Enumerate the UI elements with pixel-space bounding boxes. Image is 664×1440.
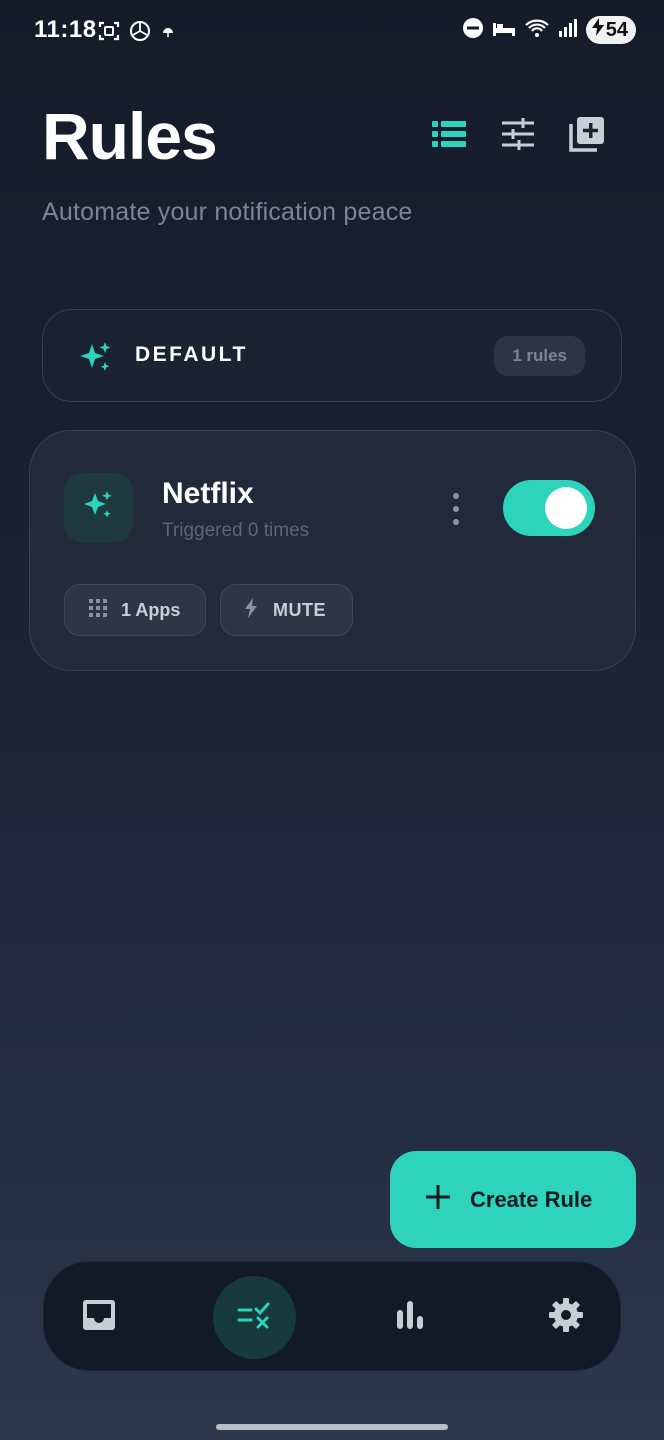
add-box-icon	[568, 115, 606, 158]
wifi-icon	[524, 17, 550, 44]
bottom-nav	[43, 1261, 621, 1371]
sparkle-icon	[79, 340, 113, 379]
filter-sliders-icon	[501, 117, 535, 155]
toggle-knob	[545, 487, 587, 529]
rule-enabled-toggle[interactable]	[503, 480, 595, 536]
rules-icon	[237, 1301, 273, 1334]
create-rule-label: Create Rule	[470, 1186, 593, 1212]
stats-icon	[395, 1300, 425, 1335]
battery-level: 54	[605, 18, 628, 41]
battery-bolt-icon	[591, 18, 604, 42]
status-time: 11:18	[34, 16, 97, 43]
sparkle-icon	[82, 488, 116, 527]
action-chip-label: MUTE	[273, 599, 326, 620]
inbox-icon	[82, 1299, 116, 1336]
battery-indicator: 54	[585, 16, 636, 44]
action-chip[interactable]: MUTE	[220, 584, 353, 636]
home-indicator[interactable]	[216, 1424, 448, 1430]
add-rule-button[interactable]	[565, 114, 609, 158]
nav-inbox[interactable]	[71, 1289, 127, 1345]
apps-chip-label: 1 Apps	[121, 599, 181, 620]
page-subtitle: Automate your notification peace	[42, 198, 413, 226]
rule-more-options-button[interactable]	[446, 489, 466, 529]
group-header-default[interactable]: DEFAULT 1 rules	[42, 309, 622, 402]
create-rule-button[interactable]: Create Rule	[390, 1151, 636, 1248]
more-vert-icon	[453, 493, 459, 499]
plus-icon	[424, 1183, 452, 1217]
status-right-icons: 54	[462, 16, 636, 44]
rule-card[interactable]: Netflix Triggered 0 times 1 Apps MUTE	[29, 430, 636, 671]
nav-rules[interactable]	[213, 1276, 296, 1359]
group-label: DEFAULT	[135, 343, 248, 366]
openai-icon	[128, 19, 152, 48]
list-view-button[interactable]	[427, 114, 471, 158]
dnd-icon	[462, 17, 484, 44]
apps-grid-icon	[89, 598, 107, 622]
status-left-icons	[98, 19, 176, 48]
filter-button[interactable]	[496, 114, 540, 158]
sleep-icon	[492, 18, 516, 43]
rule-icon-box	[64, 473, 133, 542]
settings-icon	[548, 1297, 584, 1338]
screenshot-icon	[98, 20, 120, 47]
nav-settings[interactable]	[538, 1289, 594, 1345]
weather-icon	[160, 23, 176, 44]
bolt-icon	[245, 597, 259, 623]
rule-name: Netflix	[162, 477, 254, 510]
list-view-icon	[432, 120, 466, 153]
rule-trigger-count: Triggered 0 times	[162, 520, 310, 541]
signal-icon	[558, 18, 578, 43]
nav-stats[interactable]	[382, 1289, 438, 1345]
group-rule-count-badge: 1 rules	[494, 336, 585, 376]
page-title: Rules	[42, 99, 218, 173]
apps-chip[interactable]: 1 Apps	[64, 584, 206, 636]
